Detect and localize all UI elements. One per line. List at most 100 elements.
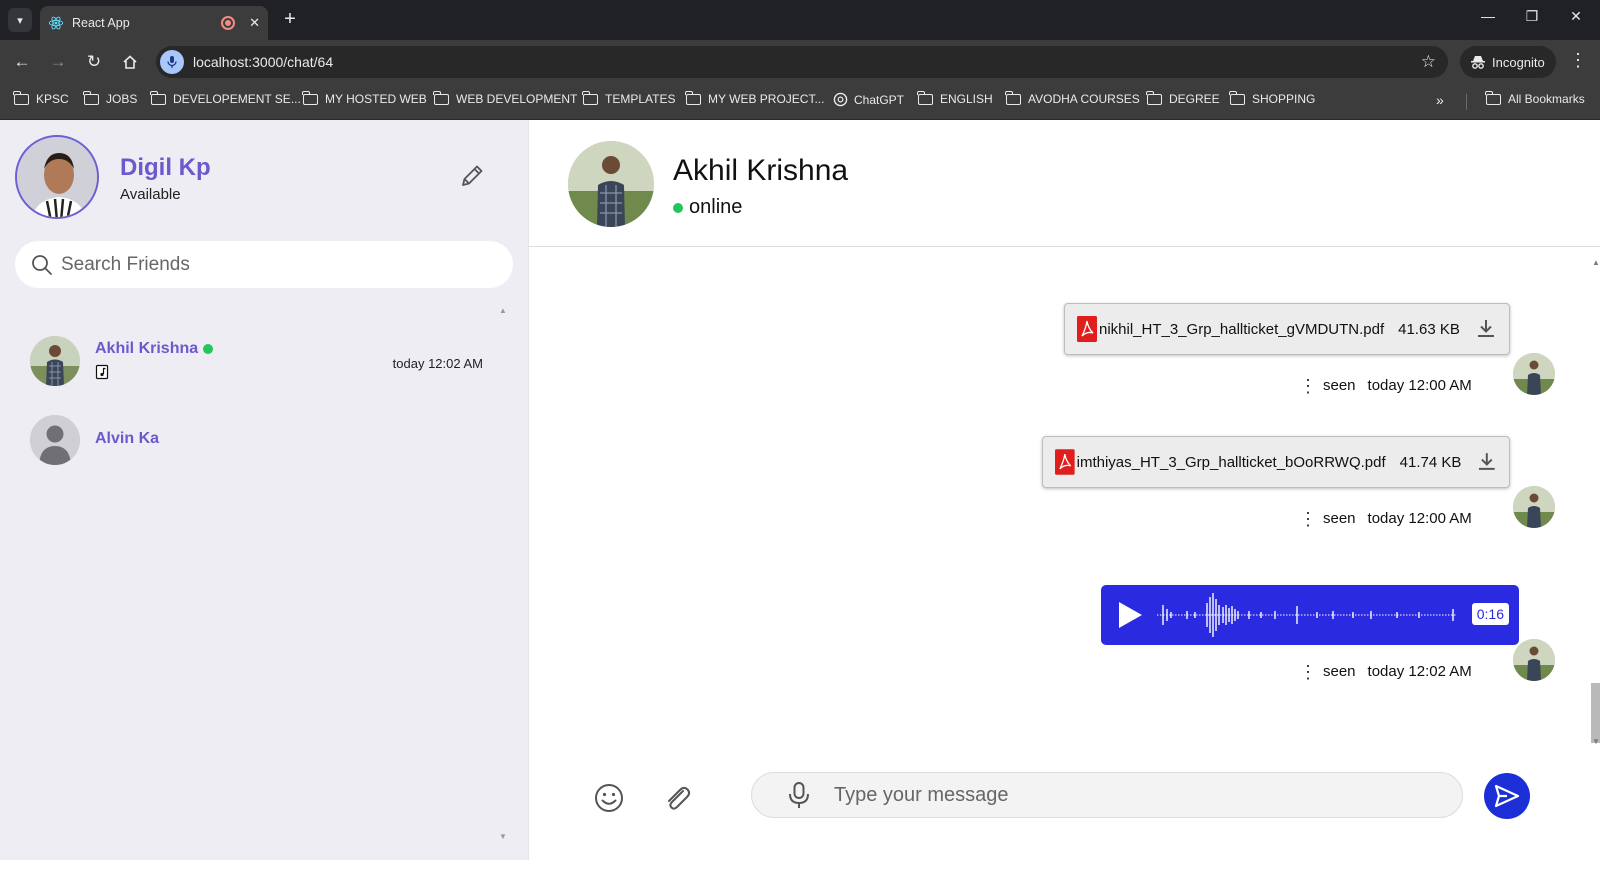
friend-avatar bbox=[30, 415, 80, 465]
friend-item-alvin[interactable]: Alvin Ka bbox=[15, 415, 493, 479]
folder-icon bbox=[917, 90, 933, 105]
folder-icon bbox=[1005, 90, 1021, 105]
message-time: today 12:00 AM bbox=[1367, 510, 1472, 527]
chat-scroll-down[interactable]: ▼ bbox=[1592, 737, 1600, 746]
waveform-icon[interactable] bbox=[1157, 593, 1457, 637]
browser-tab[interactable]: React App ✕ bbox=[40, 6, 268, 40]
search-friends-box[interactable] bbox=[15, 241, 513, 288]
address-bar[interactable]: localhost:3000/chat/64 ☆ bbox=[156, 46, 1448, 78]
restore-button[interactable]: ❐ bbox=[1520, 8, 1544, 25]
edit-pencil-icon[interactable] bbox=[458, 162, 486, 190]
message-options-icon[interactable]: ⋮ bbox=[1299, 377, 1317, 395]
search-icon bbox=[32, 254, 52, 275]
bookmark-shopping[interactable]: SHOPPING bbox=[1229, 90, 1315, 106]
bookmark-my-web-project[interactable]: MY WEB PROJECT... bbox=[685, 90, 824, 106]
my-name: Digil Kp bbox=[120, 154, 211, 181]
all-bookmarks[interactable]: All Bookmarks bbox=[1485, 90, 1585, 106]
bookmark-web-development[interactable]: WEB DEVELOPMENT bbox=[433, 90, 577, 106]
message-status: seen bbox=[1323, 377, 1356, 394]
bookmark-english[interactable]: ENGLISH bbox=[917, 90, 993, 106]
send-button[interactable] bbox=[1484, 773, 1530, 819]
sidebar-scroll-up[interactable]: ▲ bbox=[499, 306, 507, 315]
message-input[interactable] bbox=[834, 781, 1434, 809]
sidebar-scroll-down[interactable]: ▼ bbox=[499, 832, 507, 841]
home-button[interactable] bbox=[118, 50, 142, 74]
file-name: nikhil_HT_3_Grp_hallticket_gVMDUTN.pdf bbox=[1099, 320, 1385, 338]
play-icon[interactable] bbox=[1115, 599, 1145, 631]
tab-close-icon[interactable]: ✕ bbox=[249, 15, 260, 31]
window-close-button[interactable]: ✕ bbox=[1564, 8, 1588, 25]
file-size: 41.74 KB bbox=[1399, 453, 1462, 471]
bookmark-developement[interactable]: DEVELOPEMENT SE... bbox=[150, 90, 301, 106]
pdf-file-icon bbox=[1055, 449, 1075, 475]
folder-icon bbox=[150, 90, 166, 105]
message-meta: ⋮ seen today 12:00 AM bbox=[1299, 377, 1472, 395]
browser-menu-icon[interactable]: ⋮ bbox=[1568, 50, 1588, 71]
friend-name: Alvin Ka bbox=[95, 430, 160, 447]
chat-header: Akhil Krishna online bbox=[529, 120, 1600, 247]
recording-indicator-icon bbox=[221, 16, 236, 30]
online-dot-icon bbox=[673, 202, 683, 213]
minimize-button[interactable]: — bbox=[1476, 8, 1500, 24]
incognito-indicator[interactable]: Incognito bbox=[1460, 46, 1556, 78]
more-bookmarks-icon[interactable]: » bbox=[1436, 92, 1444, 108]
pdf-file-icon bbox=[1077, 316, 1097, 342]
peer-avatar[interactable] bbox=[568, 141, 654, 227]
chat-sidebar: Digil Kp Available ▲ Akhil Krishna t bbox=[0, 120, 528, 860]
folder-icon bbox=[1229, 90, 1245, 105]
search-friends-input[interactable] bbox=[61, 253, 481, 276]
download-icon[interactable] bbox=[1477, 451, 1497, 473]
message-input-box[interactable] bbox=[751, 772, 1463, 818]
message-options-icon[interactable]: ⋮ bbox=[1299, 510, 1317, 528]
message-time: today 12:02 AM bbox=[1367, 663, 1472, 680]
incognito-label: Incognito bbox=[1492, 54, 1545, 70]
bookmark-star-icon[interactable]: ☆ bbox=[1421, 52, 1436, 72]
send-icon bbox=[1494, 784, 1520, 808]
folder-icon bbox=[1146, 90, 1162, 105]
mic-permission-icon[interactable] bbox=[160, 50, 184, 74]
browser-tab-bar: ▾ React App ✕ + — ❐ ✕ bbox=[0, 0, 1600, 40]
forward-button[interactable]: → bbox=[46, 50, 70, 74]
tab-search-button[interactable]: ▾ bbox=[8, 8, 32, 32]
file-size: 41.63 KB bbox=[1398, 320, 1460, 338]
friend-item-akhil[interactable]: Akhil Krishna today 12:02 AM bbox=[15, 336, 493, 400]
voice-duration: 0:16 bbox=[1471, 603, 1509, 625]
new-tab-button[interactable]: + bbox=[278, 8, 302, 32]
browser-toolbar: ← → ↻ localhost:3000/chat/64 ☆ Incognito… bbox=[0, 40, 1600, 84]
voice-message[interactable]: 0:16 bbox=[1101, 585, 1519, 645]
message-status: seen bbox=[1323, 663, 1356, 680]
bookmark-avodha-courses[interactable]: AVODHA COURSES bbox=[1005, 90, 1140, 106]
message-meta: ⋮ seen today 12:00 AM bbox=[1299, 510, 1472, 528]
chat-scrollbar-thumb[interactable] bbox=[1591, 683, 1600, 743]
tab-title: React App bbox=[72, 16, 130, 30]
message-sender-avatar bbox=[1513, 353, 1555, 395]
bookmark-jobs[interactable]: JOBS bbox=[83, 90, 137, 106]
bookmark-templates[interactable]: TEMPLATES bbox=[582, 90, 675, 106]
file-message[interactable]: nikhil_HT_3_Grp_hallticket_gVMDUTN.pdf 4… bbox=[1064, 303, 1510, 355]
my-avatar[interactable] bbox=[15, 135, 99, 219]
message-time: today 12:00 AM bbox=[1367, 377, 1472, 394]
bookmark-chatgpt[interactable]: ChatGPT bbox=[833, 92, 904, 107]
bookmarks-bar: KPSC JOBS DEVELOPEMENT SE... MY HOSTED W… bbox=[0, 84, 1600, 120]
download-icon[interactable] bbox=[1476, 318, 1496, 340]
bookmark-kpsc[interactable]: KPSC bbox=[13, 90, 69, 106]
incognito-icon bbox=[1471, 56, 1485, 69]
home-icon bbox=[123, 55, 137, 69]
attachment-paperclip-icon[interactable] bbox=[661, 782, 693, 814]
bookmark-my-hosted-web[interactable]: MY HOSTED WEB bbox=[302, 90, 427, 106]
folder-icon bbox=[433, 90, 449, 105]
react-logo-icon bbox=[48, 16, 64, 30]
chat-scroll-up[interactable]: ▲ bbox=[1592, 258, 1600, 267]
url-text: localhost:3000/chat/64 bbox=[193, 54, 334, 70]
friend-last-time: today 12:02 AM bbox=[392, 356, 483, 371]
emoji-icon[interactable] bbox=[593, 782, 625, 814]
back-button[interactable]: ← bbox=[10, 50, 34, 74]
microphone-icon[interactable] bbox=[786, 781, 812, 809]
reload-button[interactable]: ↻ bbox=[82, 50, 106, 74]
my-status: Available bbox=[120, 186, 181, 203]
chatgpt-icon bbox=[833, 92, 848, 107]
message-options-icon[interactable]: ⋮ bbox=[1299, 663, 1317, 681]
file-message[interactable]: imthiyas_HT_3_Grp_hallticket_bOoRRWQ.pdf… bbox=[1042, 436, 1510, 488]
folder-icon bbox=[83, 90, 99, 105]
bookmark-degree[interactable]: DEGREE bbox=[1146, 90, 1220, 106]
